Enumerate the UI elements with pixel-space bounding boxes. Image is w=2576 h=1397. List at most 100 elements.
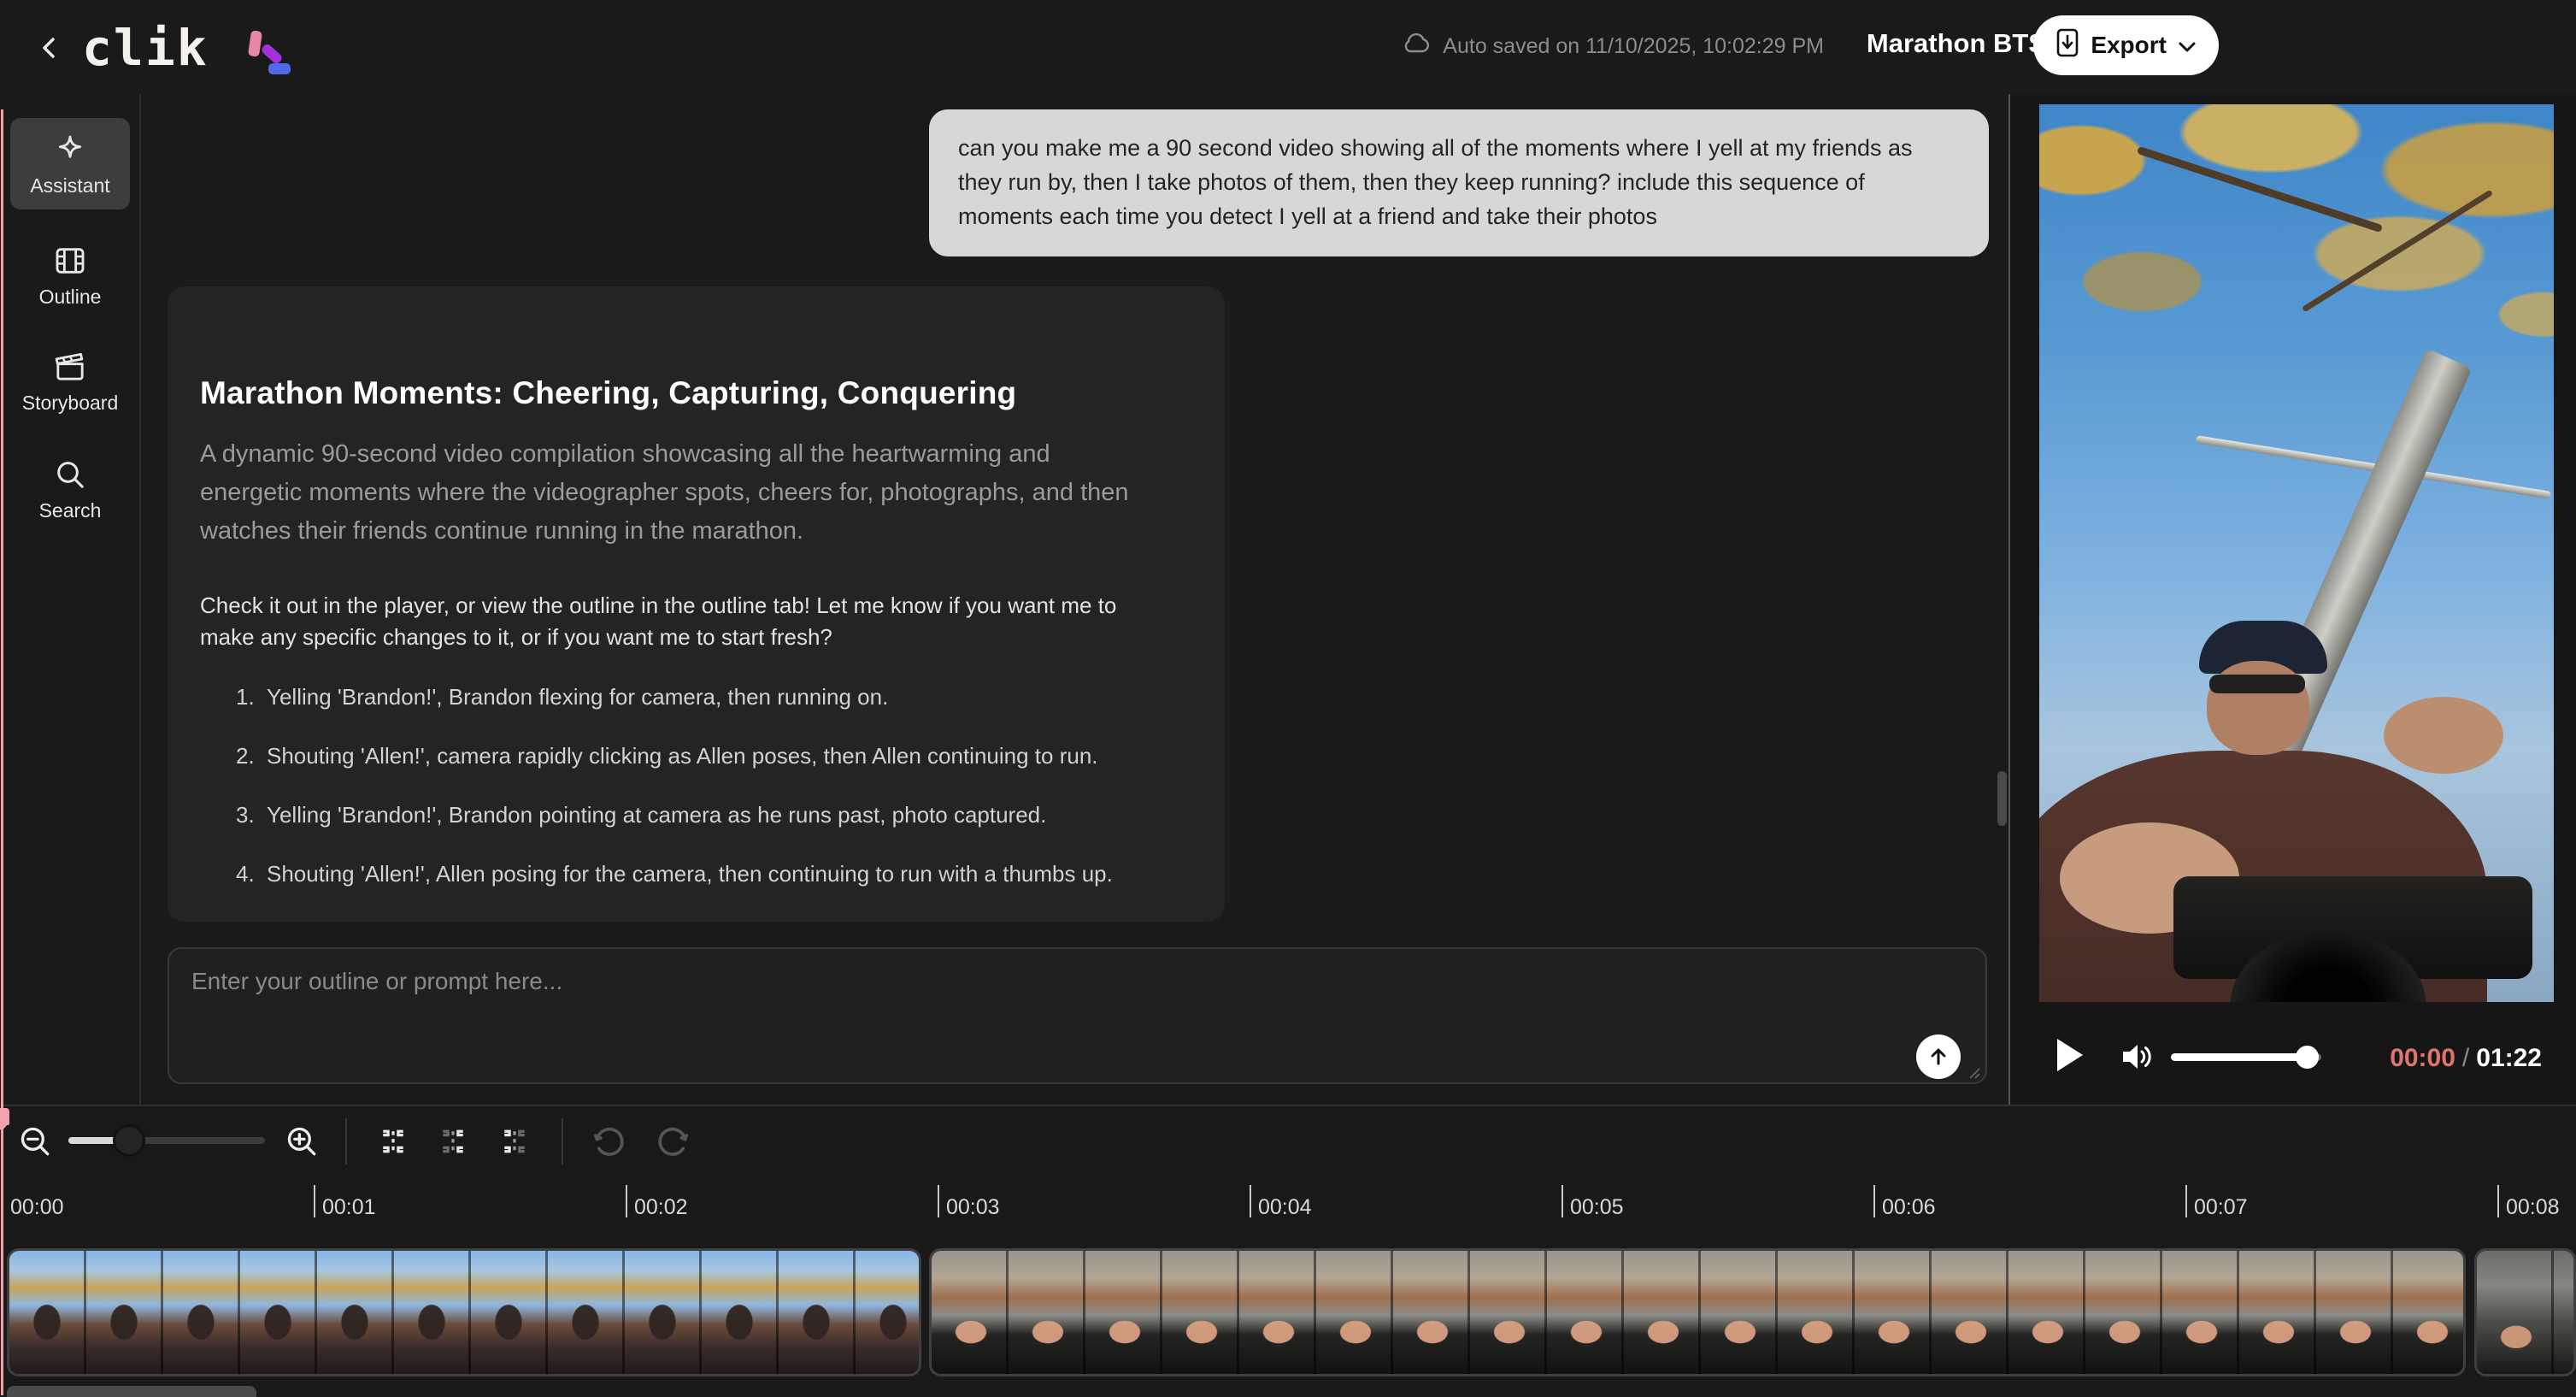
sidebar-item-label: Assistant [30, 174, 109, 197]
assistant-title: Marathon Moments: Cheering, Capturing, C… [200, 375, 1192, 411]
user-message-bubble: can you make me a 90 second video showin… [929, 109, 1989, 256]
player-panel: 00:00/01:22 [2010, 94, 2576, 1105]
export-file-icon [2056, 28, 2079, 63]
film-icon [52, 243, 88, 279]
clip-3[interactable] [2474, 1248, 2576, 1376]
sidebar-item-search[interactable]: Search [10, 443, 130, 534]
assistant-subtitle: A dynamic 90-second video compilation sh… [200, 435, 1157, 551]
moment-list-item: Yelling 'Brandon!', Brandon flexing for … [200, 684, 1192, 710]
ruler-tick [626, 1185, 627, 1217]
timeline-zoom-slider[interactable] [68, 1137, 265, 1144]
export-button[interactable]: Export [2033, 15, 2219, 75]
volume-slider[interactable] [2171, 1053, 2321, 1061]
moment-list-item: Shouting 'Allen!', camera rapidly clicki… [200, 743, 1192, 769]
toolbar-divider [562, 1118, 563, 1164]
volume-slider-thumb[interactable] [2296, 1046, 2319, 1069]
timeline-section: 00:00 00:01 00:02 00:03 00:04 00:05 00:06 00:07… [0, 1105, 2576, 1395]
moment-list-item: Yelling 'Brandon!', Brandon pointing at … [200, 802, 1192, 828]
send-button[interactable] [1916, 1034, 1961, 1079]
ruler-tick [314, 1185, 315, 1217]
clip-thumbnails [9, 1251, 919, 1374]
clip-1[interactable] [7, 1248, 921, 1376]
volume-icon[interactable] [2120, 1040, 2155, 1077]
ruler-tick-label: 00:01 [322, 1195, 376, 1220]
ruler-tick-label: 00:04 [1258, 1195, 1312, 1220]
play-icon [2057, 1039, 2083, 1071]
autosave-text: Auto saved on 11/10/2025, 10:02:29 PM [1443, 34, 1824, 59]
chat-scrollbar[interactable] [1997, 771, 2007, 826]
ruler-tick [938, 1185, 939, 1217]
sidebar-item-outline[interactable]: Outline [10, 229, 130, 321]
timeline-scrollbar[interactable] [7, 1386, 256, 1397]
toolbar-divider [345, 1118, 347, 1164]
sidebar: Assistant Outline Storyboard Search [0, 94, 141, 1105]
video-preview [2039, 104, 2554, 1002]
prompt-box [168, 947, 1987, 1084]
trim-right-button[interactable] [495, 1122, 534, 1161]
export-label: Export [2091, 32, 2167, 59]
logo-confetti-purple-icon [260, 43, 283, 65]
ruler-tick [1873, 1185, 1875, 1217]
split-clip-button[interactable] [373, 1122, 413, 1161]
zoom-out-button[interactable] [15, 1122, 55, 1161]
ruler-tick-label: 00:03 [946, 1195, 1000, 1220]
project-title: Marathon BTS [1867, 28, 2046, 59]
sparkle-icon [52, 132, 88, 168]
assistant-note: Check it out in the player, or view the … [200, 590, 1123, 653]
chat-panel: can you make me a 90 second video showin… [143, 94, 2008, 1105]
ruler-tick-label: 00:05 [1570, 1195, 1624, 1220]
time-separator: / [2455, 1044, 2476, 1072]
ruler-tick-label: 00:00 [10, 1195, 64, 1220]
current-time: 00:00 [2390, 1044, 2455, 1072]
zoom-in-button[interactable] [282, 1122, 321, 1161]
assistant-response-card: Marathon Moments: Cheering, Capturing, C… [168, 286, 1225, 922]
logo-confetti-pink-icon [248, 30, 262, 57]
clip-thumbnails [932, 1251, 2463, 1374]
assistant-moment-list: Yelling 'Brandon!', Brandon flexing for … [200, 684, 1192, 922]
ruler-tick-label: 00:02 [634, 1195, 688, 1220]
clapperboard-icon [52, 349, 88, 385]
videographer-glasses [2209, 675, 2305, 693]
clip-2[interactable] [929, 1248, 2466, 1376]
ruler-tick [2497, 1185, 2499, 1217]
top-bar: clik Auto saved on 11/10/2025, 10:02:29 … [0, 0, 2576, 94]
logo-confetti-blue-icon [268, 63, 291, 74]
ruler-tick-label: 00:07 [2194, 1195, 2248, 1220]
moment-list-item: Shouting 'Allen!', Allen posing for the … [200, 861, 1192, 887]
play-button[interactable] [2057, 1039, 2086, 1073]
timeline-ruler[interactable]: 00:00 00:01 00:02 00:03 00:04 00:05 00:06 00:07… [0, 1182, 2576, 1241]
hand-on-pole [2384, 697, 2503, 774]
textarea-resize-handle[interactable] [1967, 1065, 1980, 1079]
autumn-foliage [2039, 104, 2554, 571]
timeline-clips-track [0, 1248, 2576, 1376]
logo-text: clik [82, 19, 209, 77]
playhead-line [1, 109, 3, 1395]
moment-list-item: Yelling 'Nick!', Nick pointing at the ca… [200, 920, 1192, 922]
autosave-status: Auto saved on 11/10/2025, 10:02:29 PM [1402, 32, 1824, 61]
ruler-tick-label: 00:08 [2506, 1195, 2560, 1220]
sidebar-item-assistant[interactable]: Assistant [10, 118, 130, 209]
prompt-input[interactable] [169, 949, 1985, 1082]
player-controls: 00:00/01:22 [2010, 1013, 2576, 1105]
ruler-tick [1250, 1185, 1251, 1217]
timeline-zoom-thumb[interactable] [113, 1124, 145, 1157]
sidebar-item-label: Outline [39, 286, 102, 309]
ruler-tick [2185, 1185, 2187, 1217]
undo-button[interactable] [590, 1122, 629, 1161]
sidebar-item-storyboard[interactable]: Storyboard [10, 335, 130, 427]
time-display: 00:00/01:22 [2390, 1044, 2542, 1073]
timeline-toolbar [0, 1106, 2576, 1182]
trim-left-button[interactable] [433, 1122, 473, 1161]
sidebar-item-label: Storyboard [22, 392, 119, 415]
ruler-tick-label: 00:06 [1882, 1195, 1936, 1220]
cloud-icon [1402, 32, 1431, 61]
clip-thumbnails [2477, 1251, 2573, 1374]
sidebar-item-label: Search [39, 499, 102, 522]
ruler-tick [1561, 1185, 1563, 1217]
redo-button[interactable] [653, 1122, 692, 1161]
app-logo: clik [82, 19, 209, 77]
playhead[interactable] [0, 109, 15, 1395]
total-duration: 01:22 [2476, 1044, 2542, 1072]
back-button[interactable] [32, 31, 67, 65]
chevron-down-icon [2178, 32, 2197, 59]
